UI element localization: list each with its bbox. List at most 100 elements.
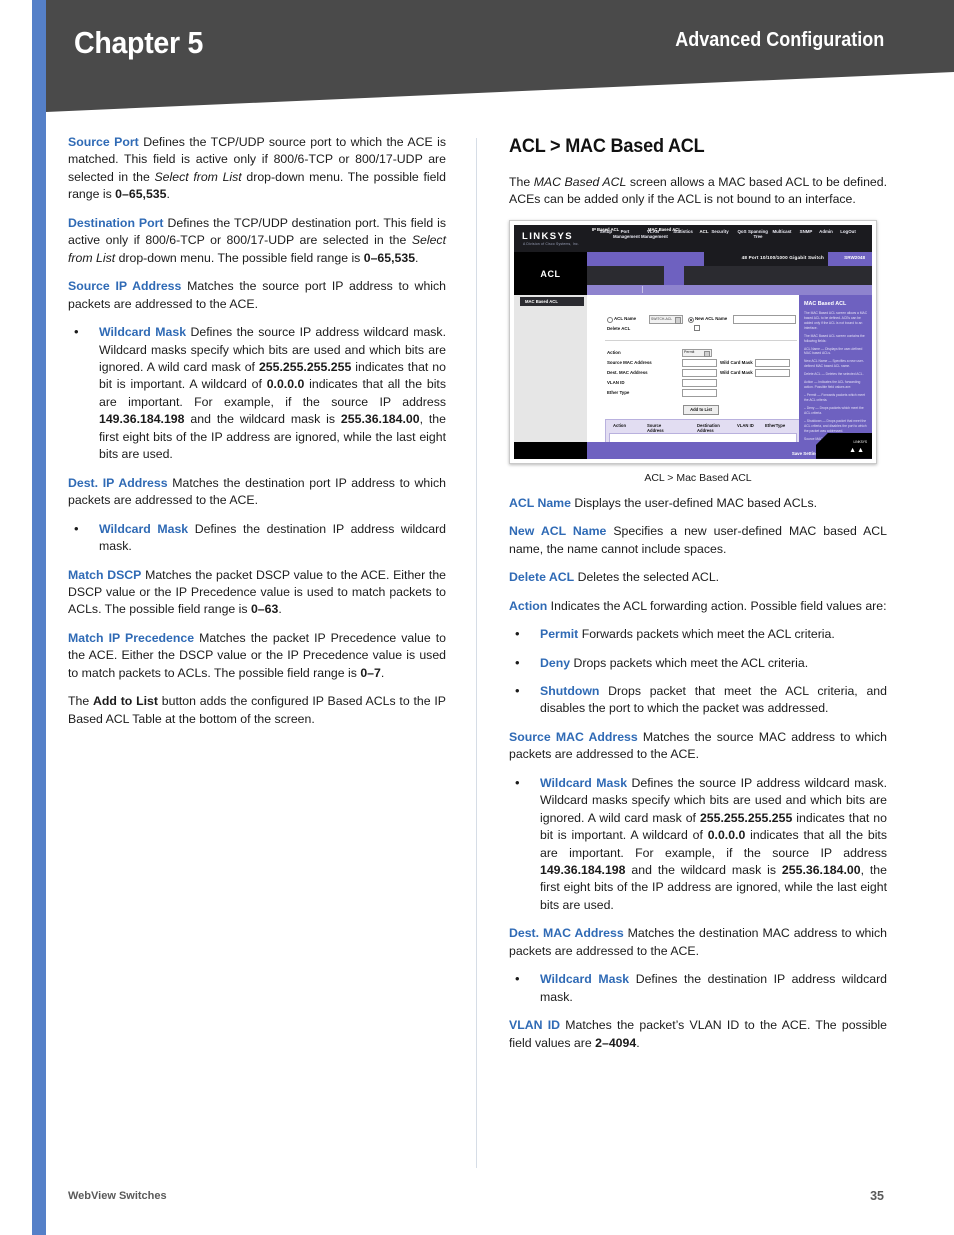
ui-add-to-list-button[interactable]: Add to List bbox=[683, 404, 719, 415]
ui-new-acl-name-radio[interactable] bbox=[688, 316, 694, 323]
emphasis-bold: 255.36.184.00 bbox=[781, 863, 861, 878]
ui-help-paragraph: – Deny — Drops packets which meet the AC… bbox=[804, 405, 864, 415]
bullet-item: Wildcard Mask Defines the destination IP… bbox=[509, 970, 887, 1006]
ui-acl-name-label: ACL Name bbox=[614, 316, 637, 322]
term-label: Wildcard Mask bbox=[99, 325, 187, 340]
body-paragraph: Source MAC Address Matches the source MA… bbox=[509, 729, 887, 762]
term-label: Action bbox=[509, 598, 548, 613]
right-column-blocks: ACL Name Displays the user-defined MAC b… bbox=[509, 495, 887, 1052]
ui-acl-name-value: SWITCH-ACL bbox=[651, 316, 673, 321]
ui-source-mac-input[interactable] bbox=[682, 358, 717, 368]
emphasis-bold: 0.0.0.0 bbox=[266, 377, 305, 392]
ui-help-paragraph: ACL Name — Displays the user-defined MAC… bbox=[804, 346, 863, 356]
term-label: Source MAC Address bbox=[509, 729, 638, 744]
body-paragraph: The Add to List button adds the configur… bbox=[68, 694, 446, 726]
ui-nav-tab-logout[interactable]: LogOut bbox=[836, 229, 860, 235]
body-paragraph: Match IP Precedence Matches the packet I… bbox=[68, 630, 446, 680]
ui-dest-wildcard-input[interactable] bbox=[755, 368, 790, 378]
emphasis-italic: MAC Based ACL bbox=[533, 174, 627, 189]
ui-nav-tab-multicast[interactable]: Multicast bbox=[770, 229, 794, 235]
ui-ether-type-label: Ether Type bbox=[607, 389, 630, 395]
term-label: New ACL Name bbox=[509, 524, 607, 539]
ui-sidebar: MAC Based ACL bbox=[514, 294, 587, 442]
ui-help-paragraph: – Shutdown — Drops packet that meet the … bbox=[804, 418, 867, 433]
term-label: Source IP Address bbox=[68, 279, 182, 294]
page-left-accent-bar bbox=[32, 0, 46, 1235]
term-label: Source Port bbox=[68, 135, 139, 149]
linksys-tagline: A Division of Cisco Systems, Inc. bbox=[523, 241, 579, 246]
ui-delete-acl-checkbox[interactable] bbox=[694, 325, 700, 332]
term-label: Wildcard Mask bbox=[540, 775, 628, 790]
section-title: Advanced Configuration bbox=[674, 29, 884, 51]
term-label: Permit bbox=[540, 627, 579, 642]
left-text-column: Source Port Defines the TCP/UDP source p… bbox=[68, 134, 446, 739]
bullet-item: Wildcard Mask Defines the destination IP… bbox=[68, 520, 446, 556]
ui-sub-tab-mac-based-acl[interactable]: MAC Based ACL bbox=[648, 227, 681, 233]
body-paragraph: ACL Name Displays the user-defined MAC b… bbox=[509, 495, 818, 510]
term-label: Shutdown bbox=[540, 683, 600, 698]
term-label: Destination Port bbox=[68, 215, 164, 230]
ui-delete-acl-label: Delete ACL bbox=[607, 325, 631, 331]
emphasis-bold: Add to List bbox=[93, 694, 158, 709]
ui-help-paragraph: Delete ACL — Deletes the selected ACL. bbox=[804, 372, 864, 377]
ui-help-paragraph: The MAC Based ACL screen allows a MAC ba… bbox=[804, 310, 868, 330]
body-paragraph: Match DSCP Matches the packet DSCP value… bbox=[68, 567, 446, 617]
ui-help-paragraph: New ACL Name — Specifies a new user-defi… bbox=[804, 359, 864, 369]
ui-main-panel: ACL Name SWITCH-ACL Delete ACL New ACL N… bbox=[587, 294, 801, 459]
ui-acl-name-radio[interactable] bbox=[607, 316, 613, 323]
bullet-list: Shutdown Drops packet that meet the ACL … bbox=[509, 682, 887, 718]
ui-source-mac-label: Source MAC Address bbox=[607, 359, 652, 365]
term-label: Delete ACL bbox=[509, 570, 575, 585]
emphasis-bold: 0.0.0.0 bbox=[707, 828, 746, 843]
footer-book-title: WebView Switches bbox=[68, 1190, 167, 1202]
emphasis-bold: 255.255.255.255 bbox=[258, 359, 352, 374]
bullet-list: Wildcard Mask Defines the source IP addr… bbox=[509, 774, 887, 915]
body-paragraph: Destination Port Defines the TCP/UDP des… bbox=[68, 215, 447, 265]
body-paragraph: Source IP Address Matches the source por… bbox=[68, 279, 446, 311]
term-label: Wildcard Mask bbox=[99, 521, 189, 536]
ui-nav-tab-security[interactable]: Security bbox=[708, 229, 732, 235]
ui-corner-brand: LINKSYS bbox=[853, 440, 867, 445]
ui-sku-label: SRW2048 bbox=[844, 254, 865, 260]
ui-page-label: ACL bbox=[540, 268, 561, 279]
body-paragraph: New ACL Name Specifies a new user-define… bbox=[509, 524, 888, 556]
ui-source-wildcard-label: Wild Card Mask bbox=[720, 359, 753, 365]
figure-caption: ACL > Mac Based ACL bbox=[644, 471, 752, 484]
ui-action-value: Permit bbox=[684, 350, 695, 355]
bullet-item: Deny Drops packets which meet the ACL cr… bbox=[509, 653, 887, 672]
footer-page-number: 35 bbox=[870, 1189, 884, 1203]
ui-new-acl-name-input[interactable] bbox=[733, 315, 796, 324]
bullet-list: Deny Drops packets which meet the ACL cr… bbox=[509, 653, 887, 672]
ui-sub-tab-bar bbox=[587, 284, 872, 295]
ui-vlan-id-input[interactable] bbox=[682, 378, 717, 388]
emphasis-bold: 255.36.184.00 bbox=[340, 412, 420, 427]
bullet-list: Wildcard Mask Defines the destination IP… bbox=[509, 970, 887, 1006]
left-column-blocks: Source Port Defines the TCP/UDP source p… bbox=[68, 134, 446, 728]
ui-source-wildcard-input[interactable] bbox=[755, 358, 790, 368]
ui-nav-bar bbox=[587, 265, 872, 285]
ui-nav-tab-spanning-tree[interactable]: Spanning Tree bbox=[746, 229, 770, 240]
term-label: Match IP Precedence bbox=[68, 630, 195, 645]
ui-help-title: MAC Based ACL bbox=[804, 300, 847, 307]
ui-help-paragraph: Action — Indicates the ACL forwarding ac… bbox=[804, 380, 861, 390]
term-label: VLAN ID bbox=[509, 1018, 561, 1033]
emphasis-bold: 0–65,535 bbox=[363, 250, 416, 265]
ui-sub-tab-ip-based-acl[interactable]: IP Based ACL bbox=[592, 227, 619, 233]
term-label: Deny bbox=[540, 655, 571, 670]
column-divider bbox=[476, 138, 477, 1168]
ui-vlan-id-label: VLAN ID bbox=[607, 379, 625, 385]
ui-new-acl-name-label: New ACL Name bbox=[695, 316, 728, 322]
emphasis-bold: 2–4094 bbox=[595, 1035, 637, 1050]
bullet-item: Wildcard Mask Defines the source IP addr… bbox=[509, 774, 887, 915]
ui-dest-mac-label: Dest. MAC Address bbox=[607, 369, 648, 375]
body-paragraph: Dest. IP Address Matches the destination… bbox=[68, 475, 446, 508]
bullet-list: Wildcard Mask Defines the destination IP… bbox=[68, 520, 446, 556]
linksys-ui-screenshot: LINKSYS A Division of Cisco Systems, Inc… bbox=[509, 219, 877, 464]
ui-ether-type-input[interactable] bbox=[682, 388, 717, 398]
ui-dest-mac-input[interactable] bbox=[682, 368, 717, 378]
ui-page-label-box: ACL bbox=[514, 251, 587, 292]
term-label: ACL Name bbox=[509, 495, 571, 510]
ui-sidebar-header: MAC Based ACL bbox=[520, 296, 584, 306]
ui-nav-tab-admin[interactable]: Admin bbox=[814, 229, 838, 235]
figure-block: LINKSYS A Division of Cisco Systems, Inc… bbox=[509, 219, 887, 486]
